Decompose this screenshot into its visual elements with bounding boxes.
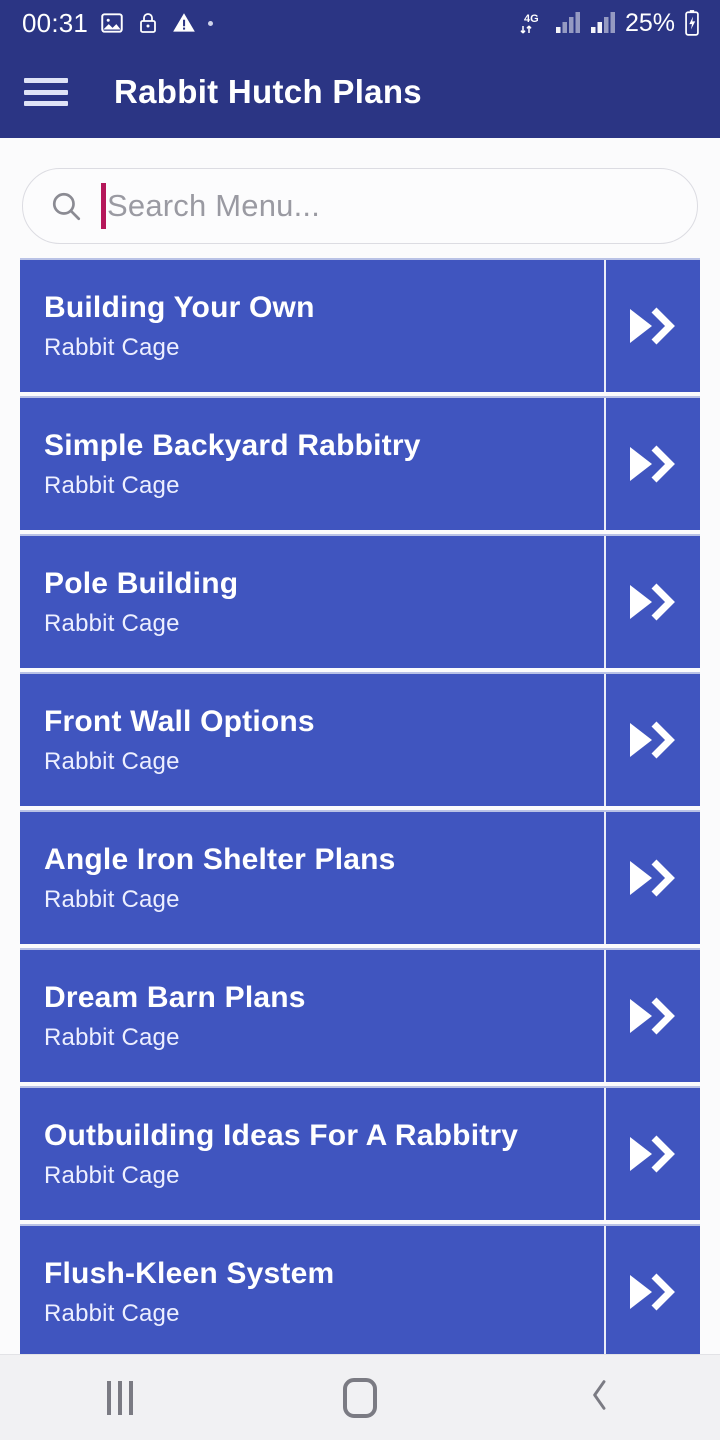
menu-card-action[interactable] [604,1226,700,1354]
double-chevron-right-icon [624,717,682,763]
signal-bars-icon [555,11,583,35]
menu-card-subtitle: Rabbit Cage [44,747,180,775]
status-bar: 00:31 4G 25% [0,0,720,46]
menu-list: Building Your Own Rabbit Cage Simple Backy… [0,258,720,1354]
signal-bars-icon [590,11,618,35]
menu-card-action[interactable] [604,536,700,668]
menu-card-title: Building Your Own [44,290,315,324]
menu-card-title: Dream Barn Plans [44,980,306,1014]
menu-card-subtitle: Rabbit Cage [44,1299,180,1327]
battery-percent-label: 25% [624,8,675,37]
menu-card-subtitle: Rabbit Cage [44,333,180,361]
double-chevron-right-icon [624,579,682,625]
recents-icon [107,1380,133,1415]
menu-card-title: Simple Backyard Rabbitry [44,428,421,462]
menu-card-title: Flush-Kleen System [44,1256,335,1290]
double-chevron-right-icon [624,441,682,487]
status-bar-left: 00:31 [22,8,214,38]
menu-card-title: Angle Iron Shelter Plans [44,842,396,876]
menu-card-body[interactable]: Flush-Kleen System Rabbit Cage [20,1226,604,1354]
menu-card[interactable]: Pole Building Rabbit Cage [20,534,700,668]
search-icon [49,189,83,223]
double-chevron-right-icon [624,1131,682,1177]
menu-card-title: Front Wall Options [44,704,315,738]
menu-card-subtitle: Rabbit Cage [44,471,180,499]
menu-card-action[interactable] [604,812,700,944]
menu-card-subtitle: Rabbit Cage [44,609,180,637]
home-button[interactable] [300,1355,420,1440]
double-chevron-right-icon [624,1269,682,1315]
search-bar[interactable]: Search Menu... [22,168,698,244]
menu-card-body[interactable]: Simple Backyard Rabbitry Rabbit Cage [20,398,604,530]
menu-card-body[interactable]: Pole Building Rabbit Cage [20,536,604,668]
menu-card-action[interactable] [604,398,700,530]
menu-card-body[interactable]: Dream Barn Plans Rabbit Cage [20,950,604,1082]
image-icon [99,10,125,36]
menu-card[interactable]: Angle Iron Shelter Plans Rabbit Cage [20,810,700,944]
double-chevron-right-icon [624,993,682,1039]
menu-card-subtitle: Rabbit Cage [44,885,180,913]
menu-card-action[interactable] [604,674,700,806]
menu-card-body[interactable]: Front Wall Options Rabbit Cage [20,674,604,806]
text-caret [101,183,106,229]
search-container: Search Menu... [0,138,720,258]
menu-card-body[interactable]: Angle Iron Shelter Plans Rabbit Cage [20,812,604,944]
status-bar-right: 4G 25% [518,9,702,37]
menu-card-action[interactable] [604,1088,700,1220]
menu-card[interactable]: Simple Backyard Rabbitry Rabbit Cage [20,396,700,530]
home-icon [343,1377,377,1418]
android-nav-bar [0,1354,720,1440]
search-placeholder: Search Menu... [107,188,321,223]
status-time: 00:31 [22,8,89,38]
menu-card-action[interactable] [604,260,700,392]
network-4g-icon: 4G [518,9,548,37]
double-chevron-right-icon [624,303,682,349]
recents-button[interactable] [60,1355,180,1440]
phone-screen: 00:31 4G 25% Rabbit Hutch Plans Search M… [0,0,720,1440]
search-input[interactable]: Search Menu... [101,169,671,243]
double-chevron-right-icon [624,855,682,901]
back-icon [583,1375,617,1420]
menu-card-body[interactable]: Building Your Own Rabbit Cage [20,260,604,392]
menu-card-subtitle: Rabbit Cage [44,1023,180,1051]
svg-text:4G: 4G [524,13,539,25]
menu-card-body[interactable]: Outbuilding Ideas For A Rabbitry Rabbit C… [20,1088,604,1220]
menu-card[interactable]: Outbuilding Ideas For A Rabbitry Rabbit C… [20,1086,700,1220]
back-button[interactable] [540,1355,660,1440]
menu-card-title: Outbuilding Ideas For A Rabbitry [44,1118,519,1152]
page-title: Rabbit Hutch Plans [114,73,422,110]
hamburger-menu-icon[interactable] [24,75,68,109]
menu-card-action[interactable] [604,950,700,1082]
battery-charging-icon [682,9,702,37]
menu-card[interactable]: Flush-Kleen System Rabbit Cage [20,1224,700,1354]
menu-card-subtitle: Rabbit Cage [44,1161,180,1189]
menu-card-title: Pole Building [44,566,239,600]
main-content: Search Menu... Building Your Own Rabbit C… [0,138,720,1354]
lock-icon [136,10,160,36]
menu-card[interactable]: Building Your Own Rabbit Cage [20,258,700,392]
dot-indicator-icon [208,20,214,26]
menu-card[interactable]: Front Wall Options Rabbit Cage [20,672,700,806]
warning-triangle-icon [171,10,197,36]
menu-card[interactable]: Dream Barn Plans Rabbit Cage [20,948,700,1082]
app-bar: Rabbit Hutch Plans [0,46,720,138]
